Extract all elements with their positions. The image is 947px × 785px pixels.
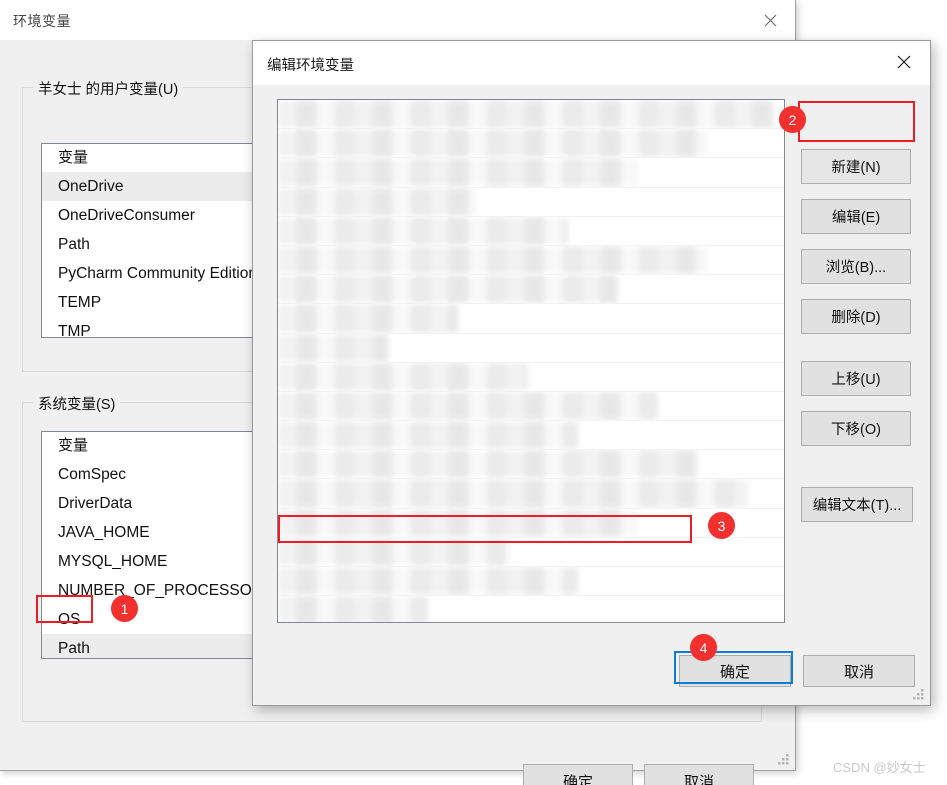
edit-text-button[interactable]: 编辑文本(T)... <box>801 487 913 522</box>
move-up-button[interactable]: 上移(U) <box>801 361 911 396</box>
redacted-text <box>278 479 748 508</box>
redacted-text <box>278 391 658 421</box>
user-variables-group-label: 羊女士 的用户变量(U) <box>33 78 184 99</box>
list-item[interactable] <box>278 362 784 392</box>
list-item[interactable] <box>278 304 784 334</box>
redacted-text <box>278 362 528 391</box>
dialog-cancel-button[interactable]: 取消 <box>803 655 915 687</box>
redacted-text <box>278 100 776 129</box>
list-item[interactable] <box>278 187 784 217</box>
list-item[interactable] <box>278 391 784 422</box>
list-item[interactable] <box>278 450 784 480</box>
main-window-title: 环境变量 <box>13 13 71 29</box>
list-item[interactable] <box>278 275 784 305</box>
redacted-text <box>278 158 638 187</box>
list-item[interactable] <box>278 421 784 451</box>
redacted-text <box>278 450 698 479</box>
redacted-text <box>278 333 388 362</box>
move-down-button[interactable]: 下移(O) <box>801 411 911 446</box>
list-item[interactable] <box>278 567 784 597</box>
annotation-badge-2: 2 <box>779 106 806 133</box>
list-item[interactable] <box>278 216 784 246</box>
resize-grip-icon[interactable] <box>912 688 925 701</box>
edit-button[interactable]: 编辑(E) <box>801 199 911 234</box>
redacted-text <box>278 508 638 537</box>
edit-dialog-titlebar: 编辑环境变量 <box>253 41 930 85</box>
annotation-badge-1: 1 <box>111 595 138 622</box>
redacted-text <box>278 216 568 245</box>
list-item[interactable] <box>278 100 784 130</box>
redacted-text <box>278 567 578 596</box>
system-variables-group-label: 系统变量(S) <box>33 393 121 414</box>
list-item[interactable] <box>278 245 784 276</box>
redacted-text <box>278 187 478 216</box>
redacted-text <box>278 596 428 622</box>
watermark: CSDN @妙女士 <box>833 760 926 775</box>
close-icon[interactable] <box>881 47 927 77</box>
edit-dialog-title: 编辑环境变量 <box>267 58 354 74</box>
list-item[interactable] <box>278 158 784 188</box>
redacted-text <box>278 304 458 333</box>
ok-button[interactable]: 确定 <box>523 764 633 785</box>
new-button[interactable]: 新建(N) <box>801 149 911 184</box>
delete-button[interactable]: 删除(D) <box>801 299 911 334</box>
edit-dialog-body: D:\Program Files\AppData\android-sdk\pla… <box>253 85 930 705</box>
annotation-badge-4: 4 <box>690 634 717 661</box>
screenshot-root: 环境变量 羊女士 的用户变量(U) 变量 OneDrive OneDriveCo… <box>0 0 947 785</box>
path-entries-listbox[interactable]: D:\Program Files\AppData\android-sdk\pla… <box>277 99 785 623</box>
redacted-text <box>278 537 508 566</box>
redacted-text <box>278 245 708 275</box>
dialog-ok-button[interactable]: 确定 <box>679 655 791 687</box>
list-item[interactable] <box>278 479 784 509</box>
redacted-text <box>278 421 578 450</box>
list-item[interactable] <box>278 596 784 622</box>
cancel-button[interactable]: 取消 <box>644 764 754 785</box>
browse-button[interactable]: 浏览(B)... <box>801 249 911 284</box>
list-item[interactable] <box>278 537 784 567</box>
resize-grip-icon[interactable] <box>777 753 790 766</box>
close-icon[interactable] <box>747 5 793 35</box>
redacted-text <box>278 275 618 304</box>
list-item[interactable] <box>278 129 784 159</box>
list-item[interactable] <box>278 333 784 363</box>
main-window-titlebar: 环境变量 <box>0 0 795 40</box>
annotation-badge-3: 3 <box>708 512 735 539</box>
redacted-text <box>278 129 708 158</box>
edit-environment-variable-dialog: 编辑环境变量 新建(N) 编辑(E) 浏览(B)... 删除(D) 上移(U) … <box>252 40 931 706</box>
